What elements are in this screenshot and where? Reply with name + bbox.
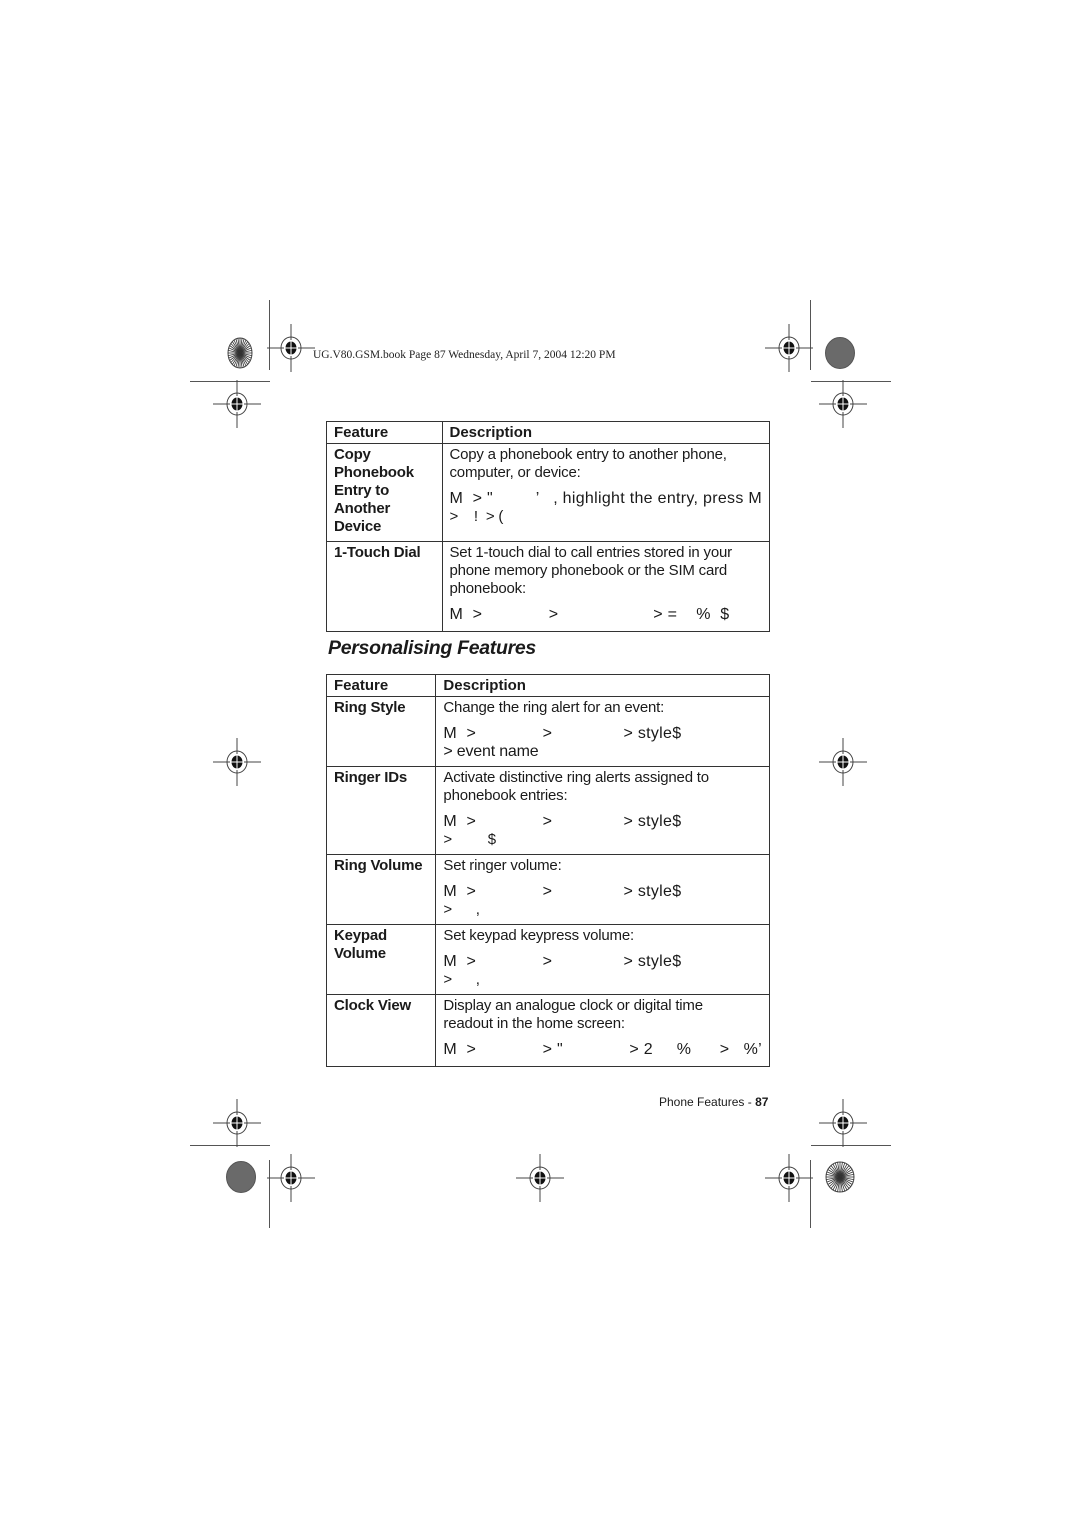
menu-path: M > > > style$	[443, 813, 682, 830]
page-number: 87	[755, 1095, 769, 1109]
menu-path-continued: > ! > (	[449, 508, 504, 525]
feature-table-personalising: Feature Description Ring Style Change th…	[325, 674, 770, 1067]
menu-path-continued: > ,	[443, 901, 480, 918]
feature-name-1-touch-dial: 1-Touch Dial	[326, 541, 443, 632]
table-row: 1-Touch Dial Set 1-touch dial to call en…	[326, 541, 770, 632]
feature-description: Copy a phonebook entry to another phone,…	[441, 443, 770, 542]
striped-disc-icon	[227, 337, 253, 369]
crosshair-registration-icon	[213, 738, 261, 786]
gray-disc-icon	[226, 1161, 256, 1193]
table-header-row: Feature Description	[326, 421, 770, 444]
crosshair-registration-icon	[819, 738, 867, 786]
feature-description: Set keypad keypress volume: M > > > styl…	[435, 924, 770, 995]
feature-name-keypad-volume: Keypad Volume	[325, 924, 437, 995]
feature-name-clock-view: Clock View	[325, 994, 437, 1067]
column-header-description: Description	[441, 421, 770, 444]
gray-disc-icon	[825, 337, 855, 369]
feature-table-phonebook: Feature Description Copy Phonebook Entry…	[326, 421, 770, 632]
feature-name-ring-style: Ring Style	[325, 696, 437, 767]
table-row: Ring Style Change the ring alert for an …	[325, 696, 770, 767]
crosshair-registration-icon	[516, 1154, 564, 1202]
crosshair-registration-icon	[819, 1099, 867, 1147]
feature-description: Change the ring alert for an event: M > …	[435, 696, 770, 767]
feature-description: Activate distinctive ring alerts assigne…	[435, 766, 770, 855]
page-footer: Phone Features - 87	[659, 1095, 768, 1109]
crosshair-registration-icon	[213, 380, 261, 428]
print-slug-line: UG.V80.GSM.book Page 87 Wednesday, April…	[313, 349, 616, 361]
menu-path: M > > > style$	[443, 953, 682, 970]
crosshair-registration-icon	[267, 324, 315, 372]
menu-path: M > > > style$	[443, 725, 682, 742]
column-header-description: Description	[435, 674, 770, 697]
crosshair-registration-icon	[765, 1154, 813, 1202]
crosshair-registration-icon	[819, 380, 867, 428]
menu-path: M > > " > 2 % > %’	[443, 1041, 762, 1058]
menu-path: M > > > style$	[443, 883, 682, 900]
column-header-feature: Feature	[325, 674, 437, 697]
table-row: Copy Phonebook Entry to Another Device C…	[326, 443, 770, 542]
striped-disc-icon	[825, 1161, 855, 1193]
menu-path-continued: > ,	[443, 971, 480, 988]
footer-section-name: Phone Features -	[659, 1095, 756, 1109]
crosshair-registration-icon	[765, 324, 813, 372]
crosshair-registration-icon	[267, 1154, 315, 1202]
table-row: Ringer IDs Activate distinctive ring ale…	[325, 766, 770, 855]
section-heading: Personalising Features	[328, 637, 536, 659]
feature-description: Display an analogue clock or digital tim…	[435, 994, 770, 1067]
table-header-row: Feature Description	[325, 674, 770, 697]
column-header-feature: Feature	[326, 421, 443, 444]
crosshair-registration-icon	[213, 1099, 261, 1147]
table-row: Keypad Volume Set keypad keypress volume…	[325, 924, 770, 995]
menu-path: M > " ’ , highlight the entry, press M	[449, 490, 762, 507]
feature-name-ring-volume: Ring Volume	[325, 854, 437, 925]
feature-name-ringer-ids: Ringer IDs	[325, 766, 437, 855]
menu-path-continued: > $	[443, 831, 496, 848]
menu-path-continued: > event name	[443, 743, 539, 760]
feature-description: Set ringer volume: M > > > style$ > ,	[435, 854, 770, 925]
table-row: Clock View Display an analogue clock or …	[325, 994, 770, 1067]
table-row: Ring Volume Set ringer volume: M > > > s…	[325, 854, 770, 925]
feature-name-copy-phonebook-entry: Copy Phonebook Entry to Another Device	[326, 443, 443, 542]
feature-description: Set 1-touch dial to call entries stored …	[441, 541, 770, 632]
menu-path: M > > > = % $	[449, 606, 730, 623]
